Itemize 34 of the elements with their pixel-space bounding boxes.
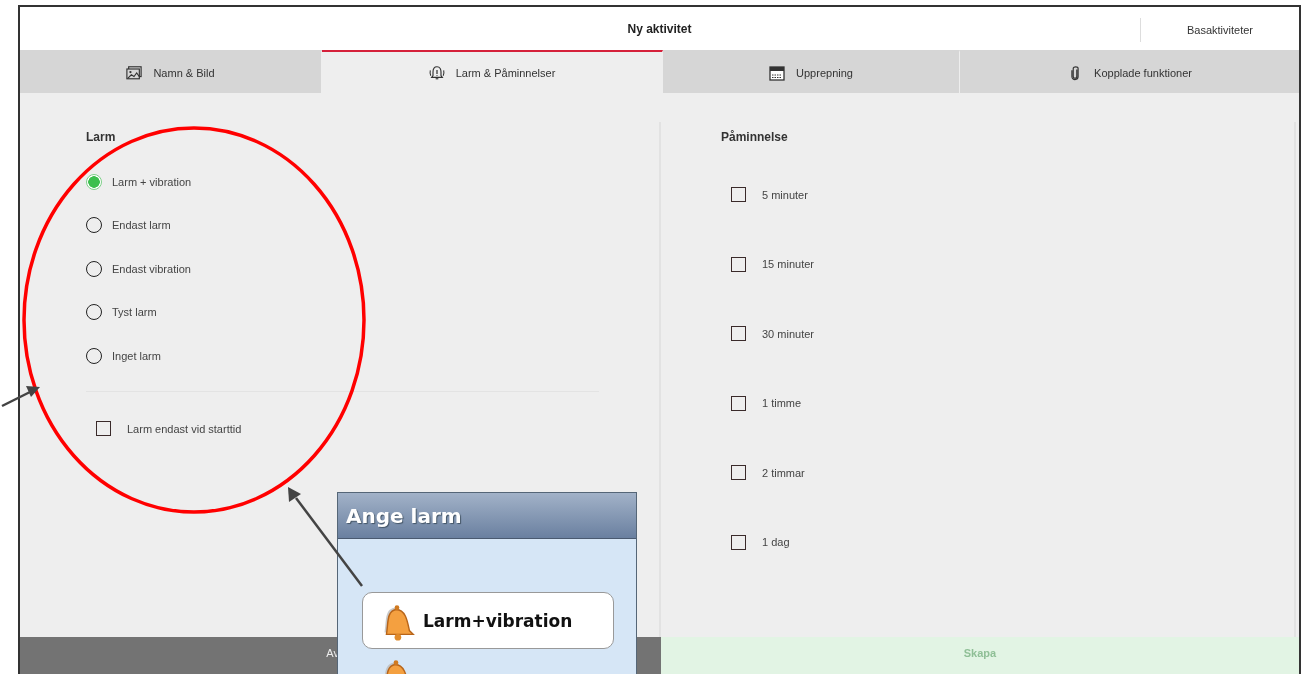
page-title: Ny aktivitet: [627, 21, 692, 36]
section-heading: Larm: [86, 129, 117, 145]
checkbox-label: 1 timme: [762, 397, 802, 410]
calendar-icon: [769, 64, 786, 81]
checkbox[interactable]: [731, 187, 746, 203]
checkbox-label: 5 minuter: [762, 188, 808, 201]
tab[interactable]: Kopplade funktioner: [960, 50, 1299, 93]
checkbox[interactable]: [731, 256, 746, 272]
bell-alert-icon: [428, 64, 445, 81]
section-heading: Påminnelse: [721, 129, 789, 145]
checkbox-label: 30 minuter: [762, 327, 814, 340]
annotation-arrow: [1, 386, 40, 408]
option-label: Endast larm: [112, 219, 171, 232]
option-label: Tyst larm: [112, 306, 157, 319]
tab[interactable]: Namn & Bild: [20, 50, 322, 93]
picture-icon: [126, 64, 143, 81]
radio-button[interactable]: [86, 173, 102, 190]
checkbox[interactable]: [96, 421, 111, 436]
base-activities-link[interactable]: Basaktiviteter: [1140, 18, 1299, 42]
option-label: Larm + vibration: [112, 175, 192, 188]
checkbox[interactable]: [731, 465, 746, 481]
checkbox-label: 1 dag: [762, 536, 790, 549]
checkbox-label: Larm endast vid starttid: [127, 422, 242, 435]
option-label: Inget larm: [112, 349, 161, 362]
inset-title: Ange larm: [338, 493, 636, 539]
checkbox[interactable]: [731, 395, 746, 411]
alarm-option-button[interactable]: Larm+vibration: [362, 592, 614, 649]
tab[interactable]: Larm & Påminnelser: [322, 50, 663, 93]
checkbox[interactable]: [731, 534, 746, 550]
tab[interactable]: Upprepning: [663, 50, 960, 93]
option-label: Endast vibration: [112, 262, 191, 275]
checkbox-label: 15 minuter: [762, 258, 814, 271]
checkbox[interactable]: [731, 326, 746, 342]
checkbox-label: 2 timmar: [762, 466, 805, 479]
